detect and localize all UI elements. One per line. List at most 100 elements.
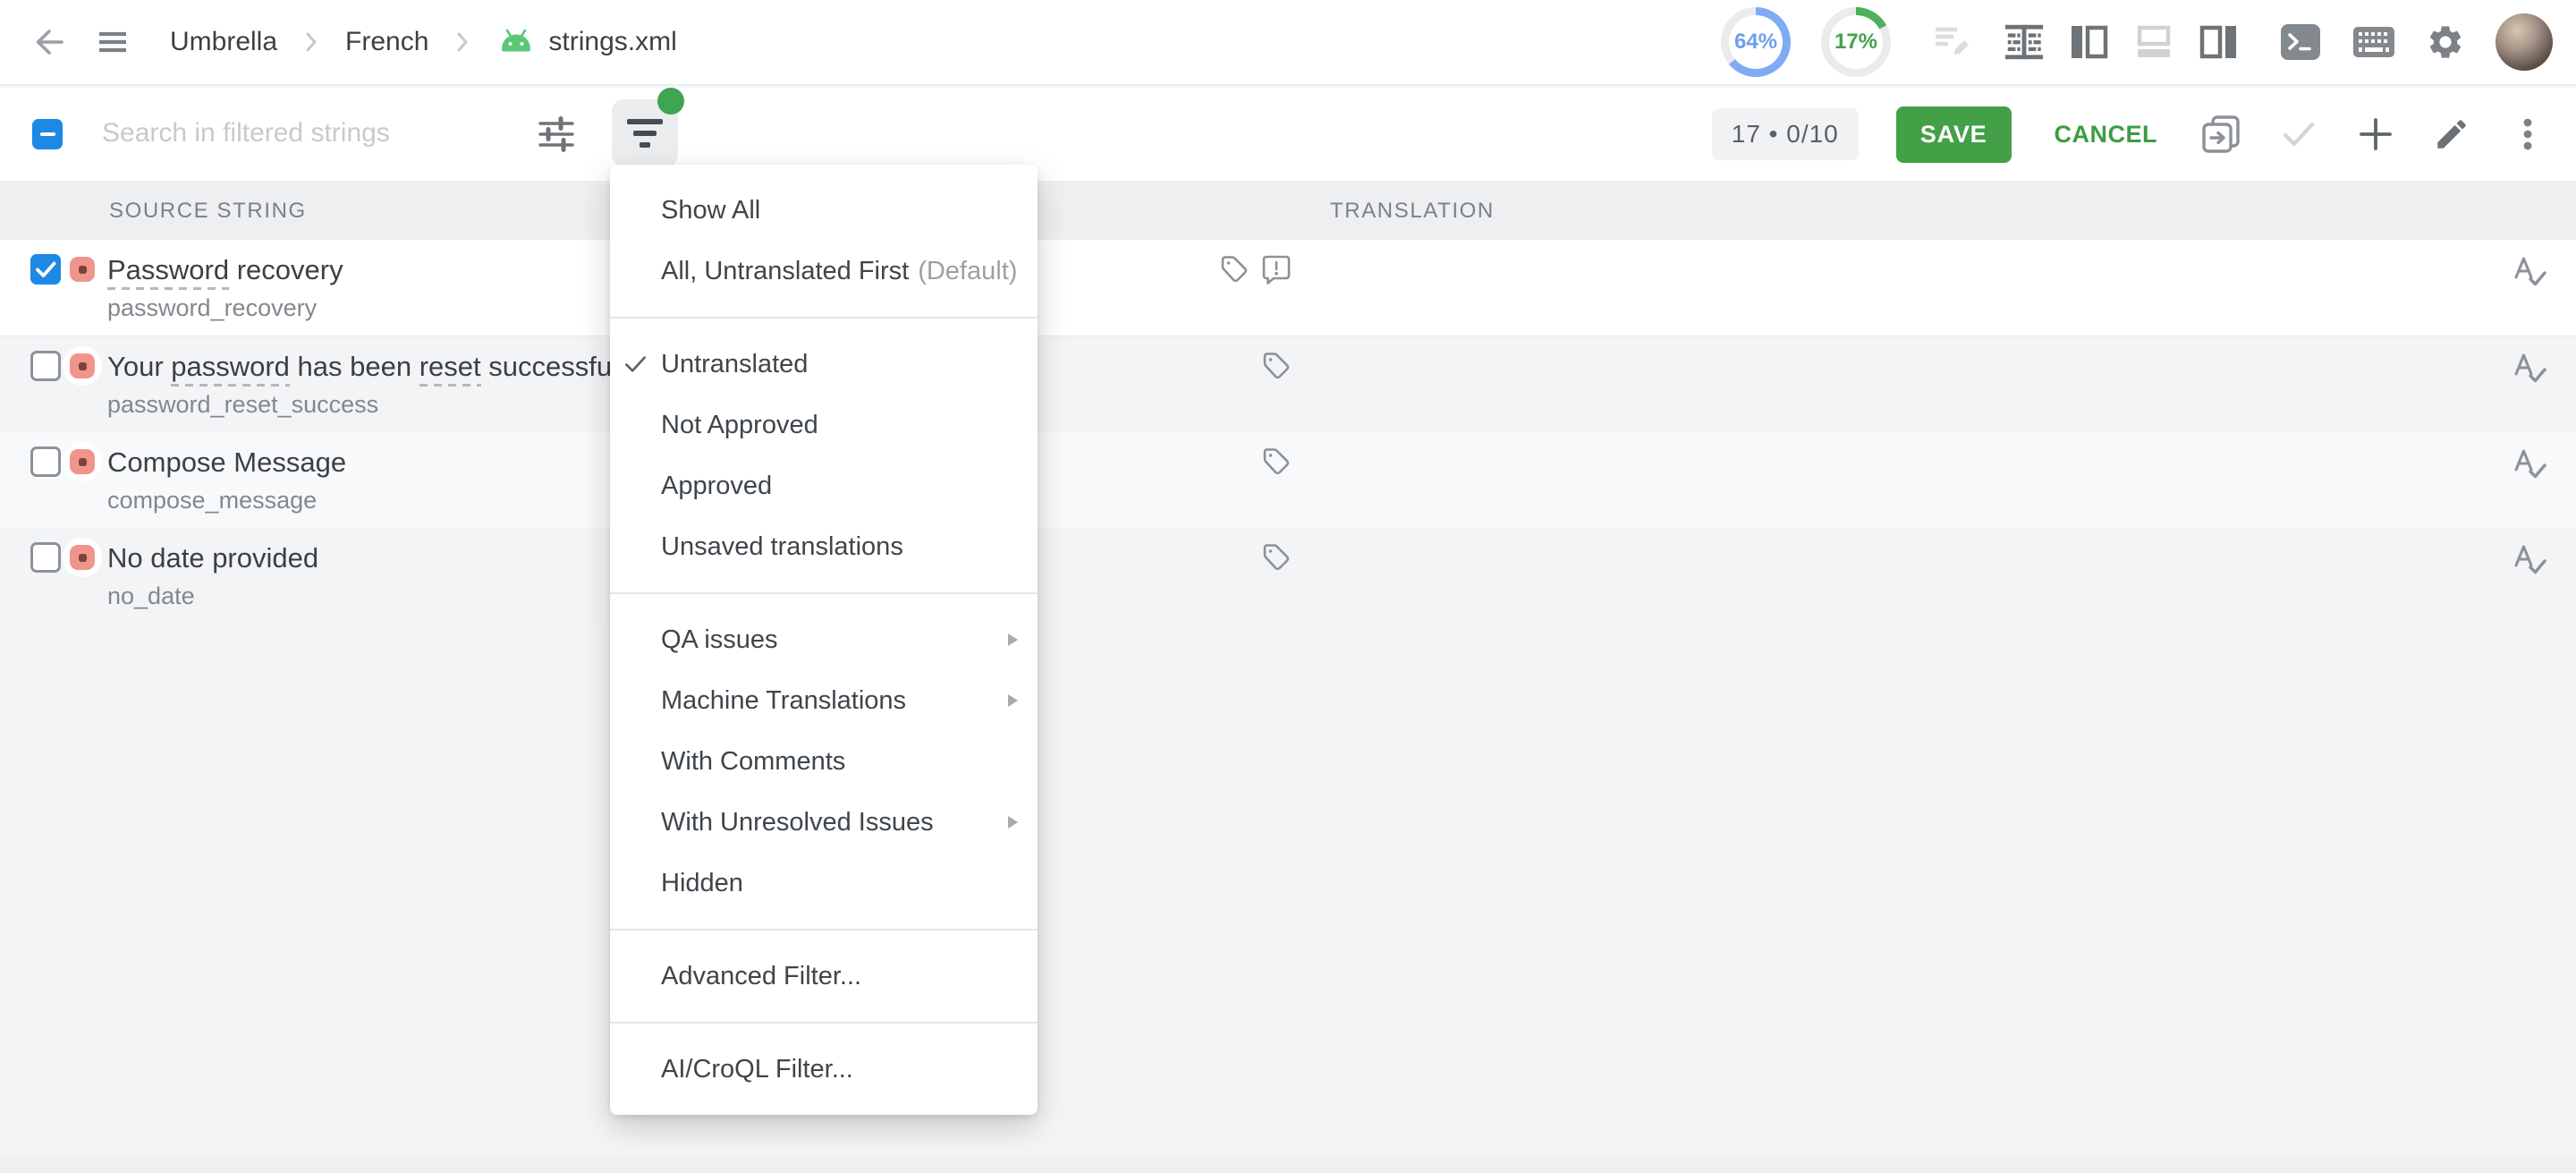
string-list: Password recovery password_recovery Your p…	[0, 240, 2576, 624]
filter-menu-item-with-unresolved-issues[interactable]: With Unresolved Issues	[610, 792, 1038, 853]
keyboard-shortcuts-icon[interactable]	[2352, 26, 2395, 58]
avatar[interactable]	[2496, 13, 2553, 71]
cancel-button[interactable]: CANCEL	[2049, 120, 2164, 149]
select-all-checkbox[interactable]	[32, 119, 63, 149]
filter-menu-item-label: Not Approved	[661, 411, 818, 440]
tag-icon[interactable]	[1261, 351, 1292, 381]
source-string-text: No date provided	[107, 540, 318, 576]
filter-menu-item-ai-croql-filter[interactable]: AI/CroQL Filter...	[610, 1039, 1038, 1100]
filter-menu-item-all-untranslated-first[interactable]: All, Untranslated First(Default)	[610, 241, 1038, 302]
topbar-right-actions: 64% 17%	[1721, 7, 2553, 77]
menu-icon[interactable]	[95, 24, 131, 60]
filter-menu-item-untranslated[interactable]: Untranslated	[610, 334, 1038, 395]
submenu-arrow-icon	[1008, 816, 1018, 829]
filter-menu-group: QA issues Machine TranslationsWith Commen…	[610, 594, 1038, 929]
row-checkbox[interactable]	[30, 542, 61, 573]
translated-progress-ring[interactable]: 64%	[1721, 7, 1791, 77]
breadcrumb: Umbrella French strings.xml	[170, 27, 677, 57]
source-string-text: Compose Message	[107, 445, 346, 480]
left-panel-view-icon[interactable]	[2070, 24, 2109, 60]
string-badges	[1215, 254, 1292, 285]
filter-menu-item-show-all[interactable]: Show All	[610, 180, 1038, 241]
filter-menu-item-with-comments[interactable]: With Comments	[610, 731, 1038, 792]
search-input[interactable]	[100, 106, 515, 161]
string-badges	[1215, 446, 1292, 477]
plus-icon[interactable]	[2356, 115, 2395, 154]
tune-icon[interactable]	[537, 115, 576, 154]
filter-menu-group: Untranslated Not Approved Approved Unsaved …	[610, 319, 1038, 592]
filter-menu-item-hidden[interactable]: Hidden	[610, 853, 1038, 914]
android-file-icon	[496, 28, 536, 56]
duplicate-icon[interactable]	[2200, 114, 2241, 155]
filter-menu-item-not-approved[interactable]: Not Approved	[610, 395, 1038, 455]
status-untranslated-icon	[63, 538, 102, 577]
filter-menu-item-machine-translations[interactable]: Machine Translations	[610, 670, 1038, 731]
gear-icon[interactable]	[2426, 22, 2465, 62]
string-key: no_date	[107, 582, 195, 610]
filter-icon[interactable]	[612, 99, 678, 167]
tag-icon[interactable]	[1219, 254, 1250, 285]
string-counter-badge: 17 • 0/10	[1712, 108, 1859, 160]
right-panel-view-icon[interactable]	[2199, 24, 2238, 60]
string-badges	[1215, 542, 1292, 573]
spellcheck-icon[interactable]	[2510, 541, 2547, 579]
chevron-right-icon	[455, 30, 470, 55]
table-row[interactable]: Password recovery password_recovery	[0, 240, 2576, 336]
filter-menu-group: Show All All, Untranslated First(Default)	[610, 165, 1038, 317]
filter-menu-group: AI/CroQL Filter...	[610, 1024, 1038, 1115]
filter-menu-item-label: Untranslated	[661, 350, 808, 379]
spellcheck-icon[interactable]	[2510, 253, 2547, 291]
top-bar: Umbrella French strings.xml	[0, 0, 2576, 86]
string-key: password_reset_success	[107, 391, 378, 419]
back-icon[interactable]	[30, 23, 68, 61]
filter-menu-item-unsaved-translations[interactable]: Unsaved translations	[610, 516, 1038, 577]
status-untranslated-icon	[63, 442, 102, 481]
breadcrumb-language[interactable]: French	[345, 27, 428, 57]
check-icon	[2279, 115, 2318, 154]
chevron-right-icon	[304, 30, 318, 55]
filter-menu-item-qa-issues[interactable]: QA issues	[610, 609, 1038, 670]
filter-menu-item-label: QA issues	[661, 625, 778, 655]
kebab-menu-icon[interactable]	[2508, 115, 2547, 154]
submenu-arrow-icon	[1008, 633, 1018, 646]
filter-dropdown-menu: Show All All, Untranslated First(Default)…	[610, 165, 1038, 1115]
filter-menu-item-label: With Unresolved Issues	[661, 808, 934, 837]
row-checkbox[interactable]	[30, 254, 61, 285]
breadcrumb-file-label: strings.xml	[548, 27, 676, 57]
filter-menu-item-advanced-filter[interactable]: Advanced Filter...	[610, 946, 1038, 1007]
console-icon[interactable]	[2279, 22, 2322, 62]
table-row[interactable]: Your password has been reset successfull…	[0, 336, 2576, 432]
translated-progress-value: 64%	[1734, 30, 1777, 55]
filter-menu-item-label: Hidden	[661, 869, 743, 898]
row-checkbox[interactable]	[30, 446, 61, 477]
submenu-arrow-icon	[1008, 694, 1018, 707]
source-string-text: Password recovery	[107, 252, 343, 288]
tag-icon[interactable]	[1261, 446, 1292, 477]
approved-progress-ring[interactable]: 17%	[1821, 7, 1891, 77]
string-key: password_recovery	[107, 294, 317, 322]
spellcheck-icon[interactable]	[2510, 446, 2547, 483]
status-untranslated-icon	[63, 250, 102, 289]
status-untranslated-icon	[63, 346, 102, 386]
pencil-icon[interactable]	[2433, 115, 2470, 153]
side-by-side-view-icon[interactable]	[2004, 22, 2045, 62]
breadcrumb-file[interactable]: strings.xml	[496, 27, 676, 57]
filter-menu-item-label: Approved	[661, 472, 772, 501]
breadcrumb-project[interactable]: Umbrella	[170, 27, 277, 57]
string-badges	[1215, 351, 1292, 381]
table-row[interactable]: Compose Message compose_message	[0, 432, 2576, 528]
bottom-panel-view-icon[interactable]	[2134, 24, 2174, 60]
tag-icon[interactable]	[1261, 542, 1292, 573]
comment-icon[interactable]	[1261, 254, 1292, 285]
filter-active-dot	[657, 88, 684, 115]
filter-menu-item-approved[interactable]: Approved	[610, 455, 1038, 516]
string-key: compose_message	[107, 487, 317, 514]
row-checkbox[interactable]	[30, 351, 61, 381]
filter-menu-item-label: AI/CroQL Filter...	[661, 1055, 853, 1084]
filter-menu-item-label: Unsaved translations	[661, 532, 903, 562]
spellcheck-icon[interactable]	[2510, 350, 2547, 387]
save-button[interactable]: SAVE	[1896, 106, 2012, 163]
source-string-text: Your password has been reset successfull…	[107, 349, 638, 385]
filter-menu-item-label: Show All	[661, 196, 760, 225]
table-row[interactable]: No date provided no_date	[0, 528, 2576, 624]
